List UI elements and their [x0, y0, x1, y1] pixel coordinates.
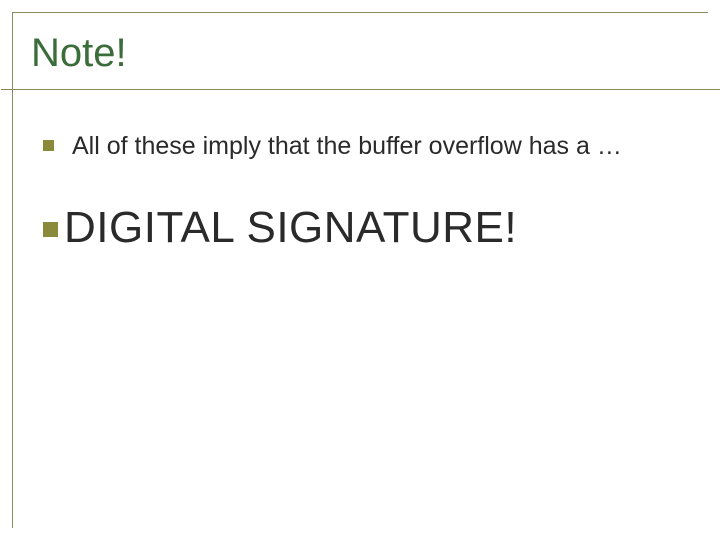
slide-content: All of these imply that the buffer overf…: [13, 90, 708, 252]
bullet-item: DIGITAL SIGNATURE!: [43, 204, 678, 252]
slide-frame: Note! All of these imply that the buffer…: [12, 12, 708, 528]
bullet-text: DIGITAL SIGNATURE!: [64, 204, 517, 252]
bullet-icon: [43, 140, 54, 151]
bullet-item: All of these imply that the buffer overf…: [43, 130, 678, 164]
title-container: Note!: [13, 13, 708, 90]
slide-title: Note!: [31, 31, 708, 76]
title-underline: [1, 89, 720, 90]
bullet-icon: [43, 222, 58, 237]
bullet-text: All of these imply that the buffer overf…: [72, 130, 622, 164]
